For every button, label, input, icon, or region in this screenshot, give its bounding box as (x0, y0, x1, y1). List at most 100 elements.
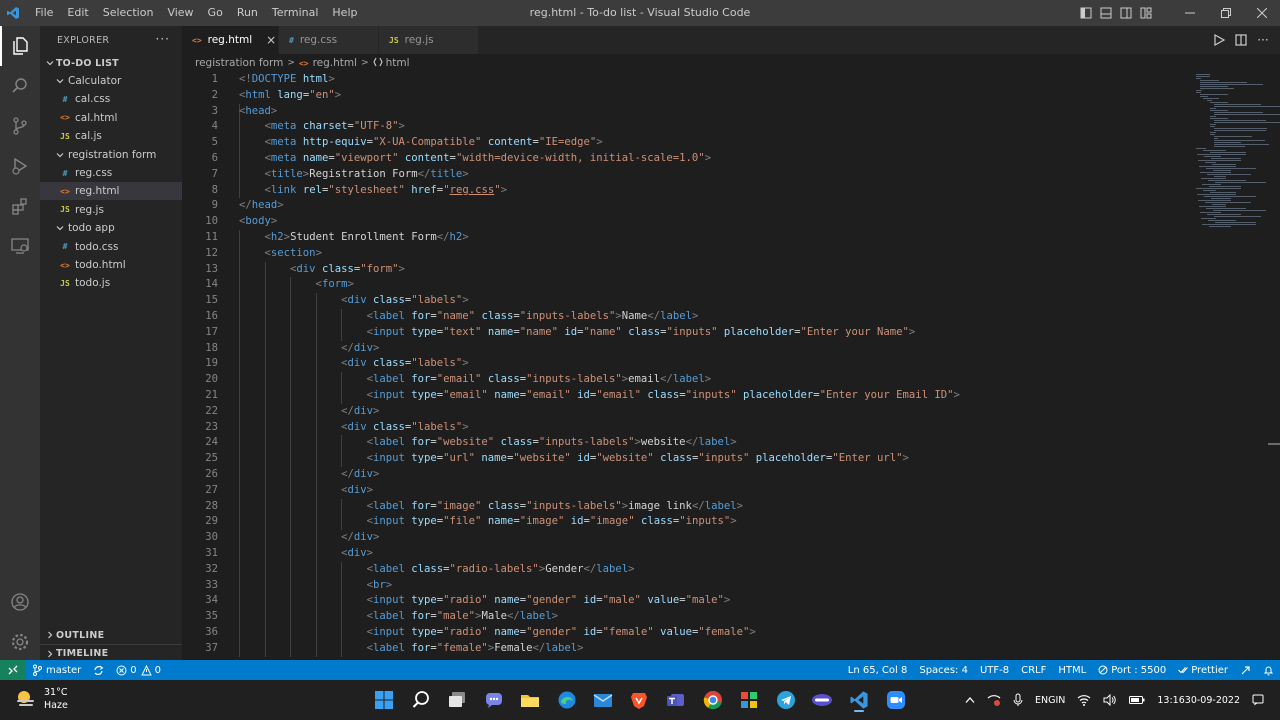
notifications-bell-icon[interactable] (1257, 665, 1280, 676)
sync-icon[interactable] (87, 665, 110, 676)
volume-icon[interactable] (1103, 694, 1117, 706)
folder-item[interactable]: Calculator (40, 72, 182, 90)
windows-start-icon[interactable] (372, 688, 396, 712)
restore-icon[interactable] (1208, 0, 1244, 26)
toggle-primary-sidebar-icon[interactable] (1076, 0, 1096, 26)
outline-section[interactable]: OUTLINE (40, 626, 182, 644)
weather-widget[interactable]: 31°C Haze (14, 686, 68, 712)
tab-reg-html[interactable]: <> reg.html × (182, 26, 279, 54)
chevron-up-icon[interactable] (965, 696, 975, 704)
split-editor-icon[interactable] (1230, 26, 1252, 54)
remote-explorer-icon[interactable] (0, 226, 40, 266)
workspace-root[interactable]: TO-DO LIST (40, 54, 182, 72)
menu-edit[interactable]: Edit (60, 0, 95, 26)
menu-view[interactable]: View (160, 0, 200, 26)
more-actions-icon[interactable]: ··· (1252, 26, 1274, 54)
wifi-icon[interactable] (1077, 694, 1091, 706)
menu-selection[interactable]: Selection (96, 0, 161, 26)
prettier-status[interactable]: Prettier (1172, 665, 1234, 676)
tab-reg-js[interactable]: JS reg.js (379, 26, 479, 54)
network-warning-icon[interactable] (987, 694, 1001, 706)
file-item[interactable]: <> reg.html (40, 182, 182, 201)
minimap-line (1196, 92, 1202, 93)
file-item[interactable]: # todo.css (40, 238, 182, 256)
timeline-section[interactable]: TIMELINE (40, 644, 182, 660)
branch-status[interactable]: master (26, 664, 87, 676)
code-editor[interactable]: 1 <!DOCTYPE html> 2 <html lang="en"> 3 <head>… (182, 72, 1190, 660)
breadcrumb-symbol[interactable]: html (386, 57, 410, 69)
language-mode[interactable]: HTML (1052, 665, 1092, 676)
code-token: class (640, 515, 673, 528)
folder-item[interactable]: todo app (40, 219, 182, 237)
end-of-line[interactable]: CRLF (1015, 665, 1052, 676)
encoding[interactable]: UTF-8 (974, 665, 1015, 676)
extensions-icon[interactable] (0, 186, 40, 226)
zoom-icon[interactable] (884, 688, 908, 712)
file-item[interactable]: JS todo.js (40, 274, 182, 292)
code-text: <div> (239, 546, 373, 562)
vscode-icon[interactable] (847, 688, 871, 712)
minimize-icon[interactable] (1172, 0, 1208, 26)
file-item[interactable]: <> todo.html (40, 256, 182, 274)
telegram-icon[interactable] (774, 688, 798, 712)
tab-reg-css[interactable]: # reg.css (279, 26, 379, 54)
mail-icon[interactable] (591, 688, 615, 712)
menu-terminal[interactable]: Terminal (265, 0, 326, 26)
file-item[interactable]: # cal.css (40, 90, 182, 108)
js-file-icon: JS (60, 205, 70, 215)
battery-icon[interactable] (1129, 695, 1145, 705)
file-item[interactable]: JS reg.js (40, 201, 182, 219)
run-debug-icon[interactable] (0, 146, 40, 186)
more-actions-icon[interactable]: ··· (156, 32, 170, 46)
folder-item[interactable]: registration form (40, 146, 182, 164)
menu-run[interactable]: Run (230, 0, 265, 26)
notification-center-icon[interactable] (1252, 694, 1264, 706)
explorer-icon[interactable] (0, 26, 40, 66)
code-token: "width=device-width, initial-scale=1.0" (455, 152, 705, 164)
microphone-icon[interactable] (1013, 693, 1023, 707)
file-item[interactable]: # reg.css (40, 164, 182, 182)
problems-status[interactable]: 0 0 (110, 664, 167, 676)
code-token: class (481, 310, 514, 322)
chevron-right-icon: > (287, 58, 295, 68)
close-window-icon[interactable] (1244, 0, 1280, 26)
remote-indicator-icon[interactable] (0, 660, 26, 680)
search-icon[interactable] (409, 688, 433, 712)
menu-help[interactable]: Help (325, 0, 364, 26)
menu-file[interactable]: File (28, 0, 60, 26)
file-explorer-icon[interactable] (518, 688, 542, 712)
office-icon[interactable] (737, 688, 761, 712)
breadcrumb-folder[interactable]: registration form (195, 57, 283, 69)
chrome-icon[interactable] (701, 688, 725, 712)
edge-icon[interactable] (555, 688, 579, 712)
cursor-position[interactable]: Ln 65, Col 8 (842, 665, 914, 676)
customize-layout-icon[interactable] (1136, 0, 1156, 26)
source-control-icon[interactable] (0, 106, 40, 146)
minimap[interactable] (1190, 72, 1280, 660)
menu-go[interactable]: Go (201, 0, 230, 26)
search-icon[interactable] (0, 66, 40, 106)
settings-gear-icon[interactable] (0, 622, 40, 662)
toggle-secondary-sidebar-icon[interactable] (1116, 0, 1136, 26)
feedback-icon[interactable] (1234, 665, 1257, 676)
chat-icon[interactable] (482, 688, 506, 712)
file-item[interactable]: JS cal.js (40, 127, 182, 145)
minimap-line (1198, 160, 1241, 161)
code-token: name (494, 626, 520, 638)
brave-icon[interactable] (627, 688, 651, 712)
task-view-icon[interactable] (445, 688, 469, 712)
live-server-status[interactable]: Port : 5500 (1092, 665, 1172, 676)
account-icon[interactable] (0, 582, 40, 622)
run-icon[interactable] (1208, 26, 1230, 54)
breadcrumb-file[interactable]: reg.html (313, 57, 357, 69)
app-icon[interactable] (810, 688, 834, 712)
teams-icon[interactable] (664, 688, 688, 712)
close-tab-icon[interactable]: × (266, 33, 276, 47)
toggle-panel-icon[interactable] (1096, 0, 1116, 26)
input-language[interactable]: ENG IN (1035, 694, 1065, 707)
clock[interactable]: 13:16 30-09-2022 (1157, 694, 1240, 707)
scrollbar-marker[interactable] (1268, 443, 1280, 445)
file-item[interactable]: <> cal.html (40, 109, 182, 127)
indentation[interactable]: Spaces: 4 (913, 665, 974, 676)
